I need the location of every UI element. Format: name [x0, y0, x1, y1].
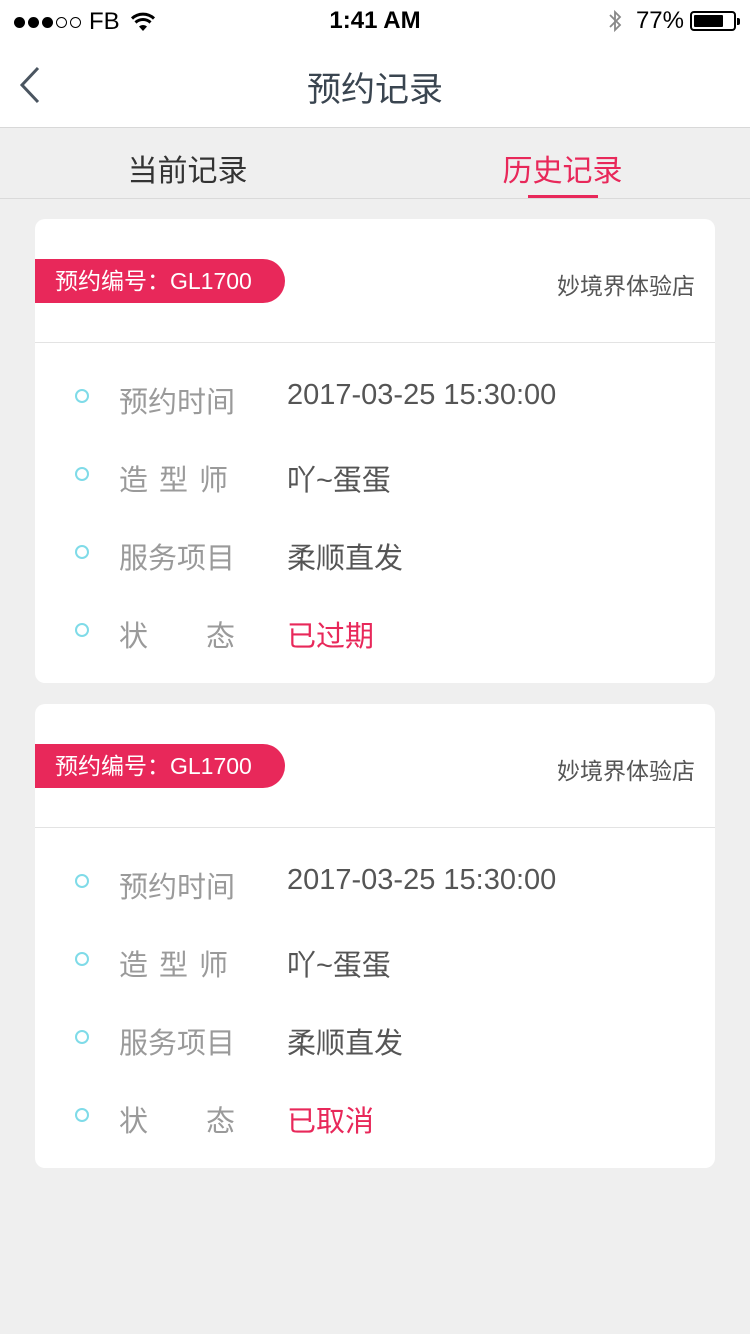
- card-header: 预约编号：GL1700 妙境界体验店: [35, 704, 715, 828]
- bullet-icon: [75, 1108, 89, 1122]
- time-value: 2017-03-25 15:30:00: [287, 379, 557, 411]
- stylist-label: 造型师: [119, 463, 240, 497]
- status-label-part: 态: [205, 619, 235, 653]
- service-value: 柔顺直发: [287, 543, 404, 575]
- service-value: 柔顺直发: [287, 1028, 404, 1060]
- record-card[interactable]: 预约编号：GL1700 妙境界体验店 预约时间 2017-03-25 15:30…: [35, 219, 715, 683]
- detail-row-time: 预约时间 2017-03-25 15:30:00: [35, 846, 715, 924]
- status-label: 状 态: [119, 613, 235, 655]
- detail-row-time: 预约时间 2017-03-25 15:30:00: [35, 361, 715, 439]
- bluetooth-icon: [609, 9, 622, 33]
- service-label: 服务项目: [119, 1026, 236, 1060]
- status-label: 状 态: [119, 1098, 235, 1140]
- store-name: 妙境界体验店: [557, 759, 695, 785]
- bullet-icon: [75, 467, 89, 481]
- battery-percent: 77%: [635, 7, 684, 34]
- time-value: 2017-03-25 15:30:00: [287, 864, 557, 896]
- store-name: 妙境界体验店: [557, 274, 695, 300]
- time-label: 预约时间: [119, 385, 236, 419]
- tab-current-records[interactable]: 当前记录: [0, 128, 375, 198]
- battery-icon: [690, 11, 740, 31]
- bullet-icon: [75, 1030, 89, 1044]
- detail-row-stylist: 造型师 吖~蛋蛋: [35, 924, 715, 1002]
- status-value: 已过期: [287, 621, 375, 653]
- card-header: 预约编号：GL1700 妙境界体验店: [35, 219, 715, 343]
- status-label-part: 状: [119, 619, 149, 653]
- detail-row-status: 状 态 已取消: [35, 1080, 715, 1158]
- detail-row-status: 状 态 已过期: [35, 595, 715, 673]
- tab-label: 当前记录: [127, 154, 248, 189]
- navigation-bar: 预约记录: [0, 42, 750, 128]
- stylist-label: 造型师: [119, 948, 240, 982]
- status-bar: FB 1:41 AM 77%: [0, 0, 750, 42]
- card-body: 预约时间 2017-03-25 15:30:00 造型师 吖~蛋蛋 服务项目 柔…: [35, 828, 715, 1158]
- status-value: 已取消: [287, 1106, 375, 1138]
- stylist-value: 吖~蛋蛋: [287, 950, 391, 982]
- detail-row-service: 服务项目 柔顺直发: [35, 517, 715, 595]
- card-body: 预约时间 2017-03-25 15:30:00 造型师 吖~蛋蛋 服务项目 柔…: [35, 343, 715, 673]
- tab-label: 历史记录: [502, 154, 623, 189]
- active-tab-indicator: [527, 195, 598, 198]
- page-title: 预约记录: [307, 70, 443, 110]
- bullet-icon: [75, 952, 89, 966]
- record-card[interactable]: 预约编号：GL1700 妙境界体验店 预约时间 2017-03-25 15:30…: [35, 704, 715, 1168]
- bullet-icon: [75, 623, 89, 637]
- order-number-badge: 预约编号：GL1700: [35, 259, 285, 303]
- tab-bar: 当前记录 历史记录: [0, 128, 750, 199]
- status-label-part: 态: [205, 1104, 235, 1138]
- battery-level: [694, 15, 724, 27]
- bullet-icon: [75, 874, 89, 888]
- battery-area: 77%: [608, 7, 740, 35]
- tab-history-records[interactable]: 历史记录: [375, 128, 750, 198]
- bullet-icon: [75, 389, 89, 403]
- time-label: 预约时间: [119, 870, 236, 904]
- order-number-badge: 预约编号：GL1700: [35, 744, 285, 788]
- service-label: 服务项目: [119, 541, 236, 575]
- bullet-icon: [75, 545, 89, 559]
- detail-row-service: 服务项目 柔顺直发: [35, 1002, 715, 1080]
- stylist-value: 吖~蛋蛋: [287, 465, 391, 497]
- detail-row-stylist: 造型师 吖~蛋蛋: [35, 439, 715, 517]
- status-label-part: 状: [119, 1104, 149, 1138]
